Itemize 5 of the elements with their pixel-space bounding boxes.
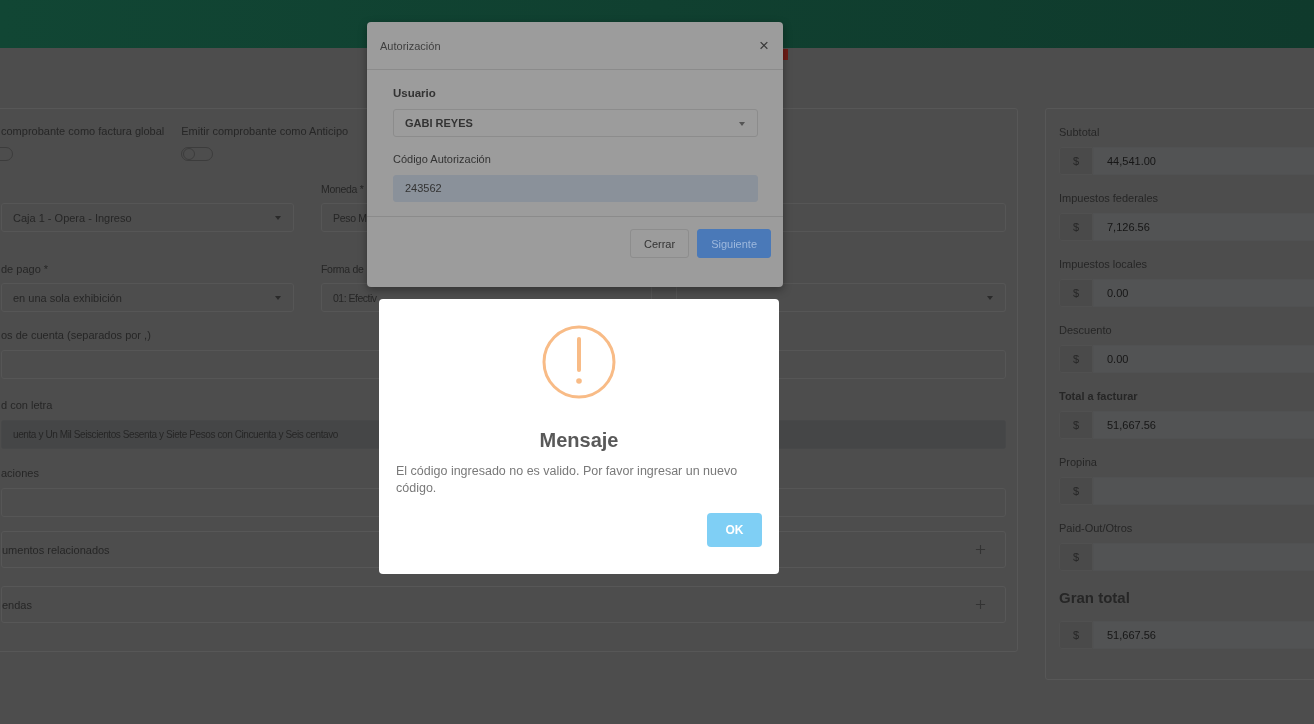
field-label: Usuario	[393, 86, 437, 101]
dialog-title: Autorización	[380, 39, 441, 52]
alert-message: El código ingresado no es valido. Por favor ingresar un nuevo código.	[396, 463, 739, 497]
field-label: Código Autorización	[393, 151, 492, 167]
alert-title: Mensaje	[539, 428, 619, 453]
